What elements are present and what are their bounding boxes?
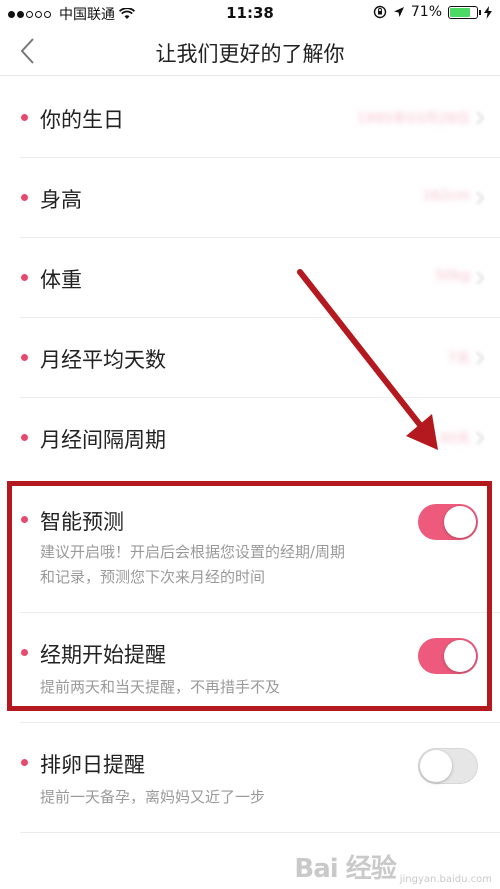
rotation-lock-icon: [373, 5, 387, 19]
annotation-highlight-box: [7, 481, 492, 711]
list-item-cycle-length[interactable]: 月经间隔周期 30天: [0, 398, 500, 478]
list-item-period-length[interactable]: 月经平均天数 7天: [0, 318, 500, 398]
location-arrow-icon: [393, 7, 404, 17]
chevron-right-icon: [476, 431, 485, 445]
charging-bolt-icon: [484, 5, 492, 19]
list-item-value: 1995年03月28日: [356, 111, 470, 127]
watermark-logo: Bai 经验: [294, 854, 396, 884]
chevron-right-icon: [476, 271, 485, 285]
list-item-value: 50kg: [435, 268, 470, 284]
setting-ovulation-reminder: 排卵日提醒 提前一天备孕，离妈妈又近了一步: [0, 723, 500, 833]
list-item-label: 月经间隔周期: [40, 428, 166, 452]
list-item-label: 月经平均天数: [40, 348, 166, 372]
bullet-dot: [21, 354, 28, 361]
status-right: 71%: [373, 4, 492, 20]
list-item-value: 7天: [447, 351, 470, 367]
list-item-value: 30天: [438, 431, 470, 447]
nav-bar: 让我们更好的了解你: [0, 26, 500, 76]
list-item-weight[interactable]: 体重 50kg: [0, 238, 500, 318]
list-item-value: 162cm: [421, 188, 470, 204]
divider: [20, 832, 500, 833]
ovulation-reminder-toggle[interactable]: [418, 748, 478, 784]
chevron-right-icon: [476, 351, 485, 365]
bullet-dot: [21, 194, 28, 201]
list-item-birthday[interactable]: 你的生日 1995年03月28日: [0, 78, 500, 158]
chevron-right-icon: [476, 191, 485, 205]
battery-icon: [448, 5, 481, 19]
status-bar: 中国联通 11:38 71%: [0, 0, 500, 26]
chevron-right-icon: [476, 111, 485, 125]
bullet-dot: [21, 274, 28, 281]
bullet-dot: [21, 759, 28, 766]
battery-percent: 71%: [410, 4, 442, 20]
bullet-dot: [21, 434, 28, 441]
baidu-watermark: Bai 经验 jingyan.baidu.com: [294, 848, 492, 885]
watermark-url: jingyan.baidu.com: [399, 874, 492, 885]
setting-description-line: 提前一天备孕，离妈妈又近了一步: [40, 788, 266, 806]
toggle-knob: [420, 750, 452, 782]
list-item-label: 身高: [40, 188, 82, 212]
list-item-height[interactable]: 身高 162cm: [0, 158, 500, 238]
page-title: 让我们更好的了解你: [155, 42, 345, 66]
setting-label: 排卵日提醒: [40, 753, 145, 777]
list-item-label: 你的生日: [40, 108, 124, 132]
bullet-dot: [21, 114, 28, 121]
list-item-label: 体重: [40, 268, 82, 292]
